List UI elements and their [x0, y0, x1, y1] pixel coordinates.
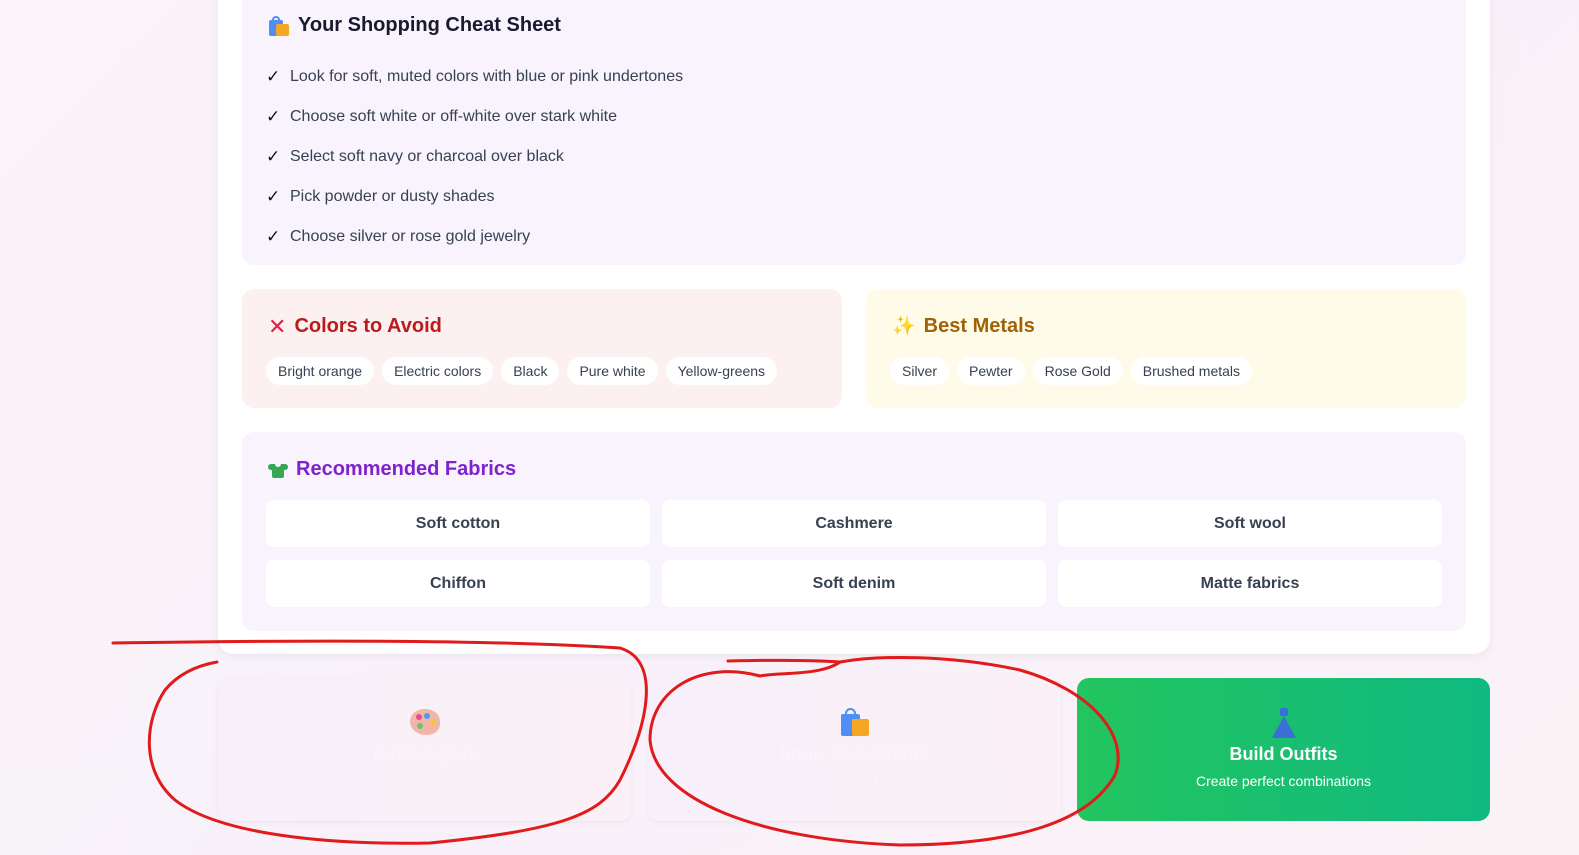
avoid-color-chip: Yellow-greens — [665, 357, 778, 385]
dress-icon — [1271, 706, 1296, 738]
list-item: ✓ Pick powder or dusty shades — [266, 187, 495, 206]
avoid-color-chips: Bright orange Electric colors Black Pure… — [266, 357, 778, 385]
colors-to-avoid-title: ✕ Colors to Avoid — [268, 313, 442, 339]
build-outfits-button[interactable]: Build Outfits Create perfect combination… — [1077, 678, 1490, 821]
shop-your-colors-button[interactable]: Shop Your Colors Browse curated products — [648, 678, 1061, 821]
metal-chip: Silver — [890, 357, 950, 385]
list-item: ✓ Select soft navy or charcoal over black — [266, 147, 564, 166]
list-item: ✓ Look for soft, muted colors with blue o… — [266, 67, 684, 86]
best-metals-title: ✨ Best Metals — [892, 315, 1035, 337]
shopping-bags-icon — [268, 15, 290, 37]
fabric-grid: Soft cotton Cashmere Soft wool Chiffon S… — [266, 500, 1442, 607]
metal-chip: Brushed metals — [1130, 357, 1253, 385]
colors-to-avoid-panel: ✕ Colors to Avoid Bright orange Electric… — [242, 289, 842, 408]
metal-chip: Rose Gold — [1032, 357, 1123, 385]
shop-your-colors-subtitle: Browse curated products — [777, 773, 932, 789]
retake-quiz-title: Retake Quiz — [372, 744, 477, 764]
fabric-card: Soft wool — [1058, 500, 1442, 547]
recommended-fabrics-title: Recommended Fabrics — [268, 458, 516, 481]
avoid-color-chip: Electric colors — [382, 357, 494, 385]
best-metals-panel: ✨ Best Metals Silver Pewter Rose Gold Br… — [866, 289, 1466, 408]
metal-chips: Silver Pewter Rose Gold Brushed metals — [890, 357, 1253, 385]
cheat-sheet-list: ✓ Look for soft, muted colors with blue o… — [266, 57, 683, 257]
checkmark-icon: ✓ — [266, 67, 281, 86]
shop-your-colors-title: Shop Your Colors — [778, 744, 931, 764]
cheat-sheet-title-text: Your Shopping Cheat Sheet — [298, 14, 561, 36]
shopping-bags-icon — [840, 706, 870, 738]
retake-quiz-button[interactable]: Retake Quiz Confirm your seasonal type — [218, 678, 631, 821]
checkmark-icon: ✓ — [266, 187, 281, 206]
palette-icon — [409, 706, 440, 738]
cross-mark-icon: ✕ — [268, 313, 287, 339]
cheat-sheet-title: Your Shopping Cheat Sheet — [268, 14, 561, 37]
t-shirt-icon — [268, 462, 288, 478]
list-item: ✓ Choose silver or rose gold jewelry — [266, 227, 531, 246]
retake-quiz-subtitle: Confirm your seasonal type — [339, 773, 510, 789]
checkmark-icon: ✓ — [266, 227, 281, 246]
fabric-card: Matte fabrics — [1058, 560, 1442, 607]
checkmark-icon: ✓ — [266, 147, 281, 166]
build-outfits-title: Build Outfits — [1229, 744, 1338, 764]
avoid-color-chip: Bright orange — [266, 357, 375, 385]
sparkles-icon: ✨ — [892, 316, 916, 337]
recommended-fabrics-panel: Recommended Fabrics Soft cotton Cashmere… — [242, 432, 1466, 631]
fabric-card: Chiffon — [266, 560, 650, 607]
build-outfits-subtitle: Create perfect combinations — [1195, 773, 1372, 789]
avoid-color-chip: Pure white — [567, 357, 658, 385]
checkmark-icon: ✓ — [266, 107, 281, 126]
fabric-card: Soft denim — [662, 560, 1046, 607]
fabric-card: Cashmere — [662, 500, 1046, 547]
metal-chip: Pewter — [957, 357, 1025, 385]
fabric-card: Soft cotton — [266, 500, 650, 547]
list-item: ✓ Choose soft white or off-white over sta… — [266, 107, 617, 126]
avoid-color-chip: Black — [501, 357, 560, 385]
